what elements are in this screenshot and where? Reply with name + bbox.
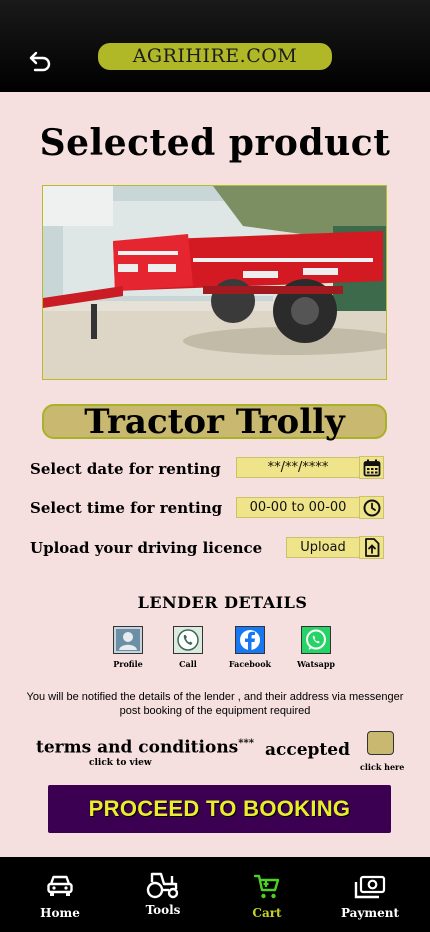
profile-contact[interactable]: Profile: [98, 626, 158, 669]
back-arrow-icon[interactable]: [28, 48, 56, 74]
accepted-label: accepted: [265, 740, 350, 760]
profile-label: Profile: [113, 659, 143, 669]
nav-payment-label: Payment: [340, 906, 400, 920]
upload-icon[interactable]: [359, 536, 384, 559]
cart-icon: [227, 873, 307, 901]
call-label: Call: [179, 659, 197, 669]
lender-details-title: LENDER DETAILS: [137, 593, 308, 612]
calendar-icon[interactable]: [359, 456, 384, 479]
car-icon: [20, 873, 100, 899]
payment-icon: [330, 875, 410, 901]
product-name: Tractor Trolly: [42, 404, 387, 439]
facebook-label: Facebook: [228, 659, 272, 669]
accept-terms-checkbox[interactable]: [367, 731, 394, 755]
date-label: Select date for renting: [30, 460, 221, 478]
nav-cart-label: Cart: [252, 906, 282, 920]
clock-icon[interactable]: [359, 496, 384, 519]
whatsapp-label: Watsapp: [296, 659, 336, 669]
nav-home[interactable]: Home: [20, 857, 100, 932]
app-header: AGRIHIRE.COM: [0, 0, 430, 92]
proceed-to-booking-button[interactable]: PROCEED TO BOOKING: [48, 785, 391, 833]
whatsapp-icon: [301, 626, 331, 654]
date-input[interactable]: **/**/****: [236, 457, 360, 478]
nav-tools[interactable]: Tools: [123, 857, 203, 932]
product-image: [42, 185, 387, 380]
call-contact[interactable]: Call: [158, 626, 218, 669]
facebook-contact[interactable]: Facebook: [220, 626, 280, 669]
page-title: Selected product: [39, 122, 391, 164]
whatsapp-contact[interactable]: Watsapp: [286, 626, 346, 669]
licence-label: Upload your driving licence: [30, 539, 263, 557]
bottom-nav: Home Tools Cart Payment: [0, 857, 430, 932]
time-input[interactable]: 00-00 to 00-00: [236, 497, 360, 518]
time-label: Select time for renting: [30, 499, 223, 517]
click-here-hint: click here: [360, 762, 405, 772]
click-to-view-hint: click to view: [89, 758, 152, 768]
nav-cart[interactable]: Cart: [227, 857, 307, 932]
facebook-icon: [235, 626, 265, 654]
terms-text: terms and conditions: [36, 737, 239, 758]
nav-home-label: Home: [40, 906, 80, 920]
upload-button[interactable]: Upload: [286, 537, 360, 558]
lender-notice: You will be notified the details of the …: [26, 691, 404, 717]
nav-tools-label: Tools: [145, 903, 181, 917]
terms-link[interactable]: terms and conditions***: [36, 733, 254, 759]
call-icon: [173, 626, 203, 654]
nav-payment[interactable]: Payment: [330, 857, 410, 932]
tractor-icon: [123, 870, 203, 900]
terms-stars: ***: [238, 738, 254, 749]
profile-icon: [113, 626, 143, 654]
brand-logo: AGRIHIRE.COM: [98, 43, 332, 70]
